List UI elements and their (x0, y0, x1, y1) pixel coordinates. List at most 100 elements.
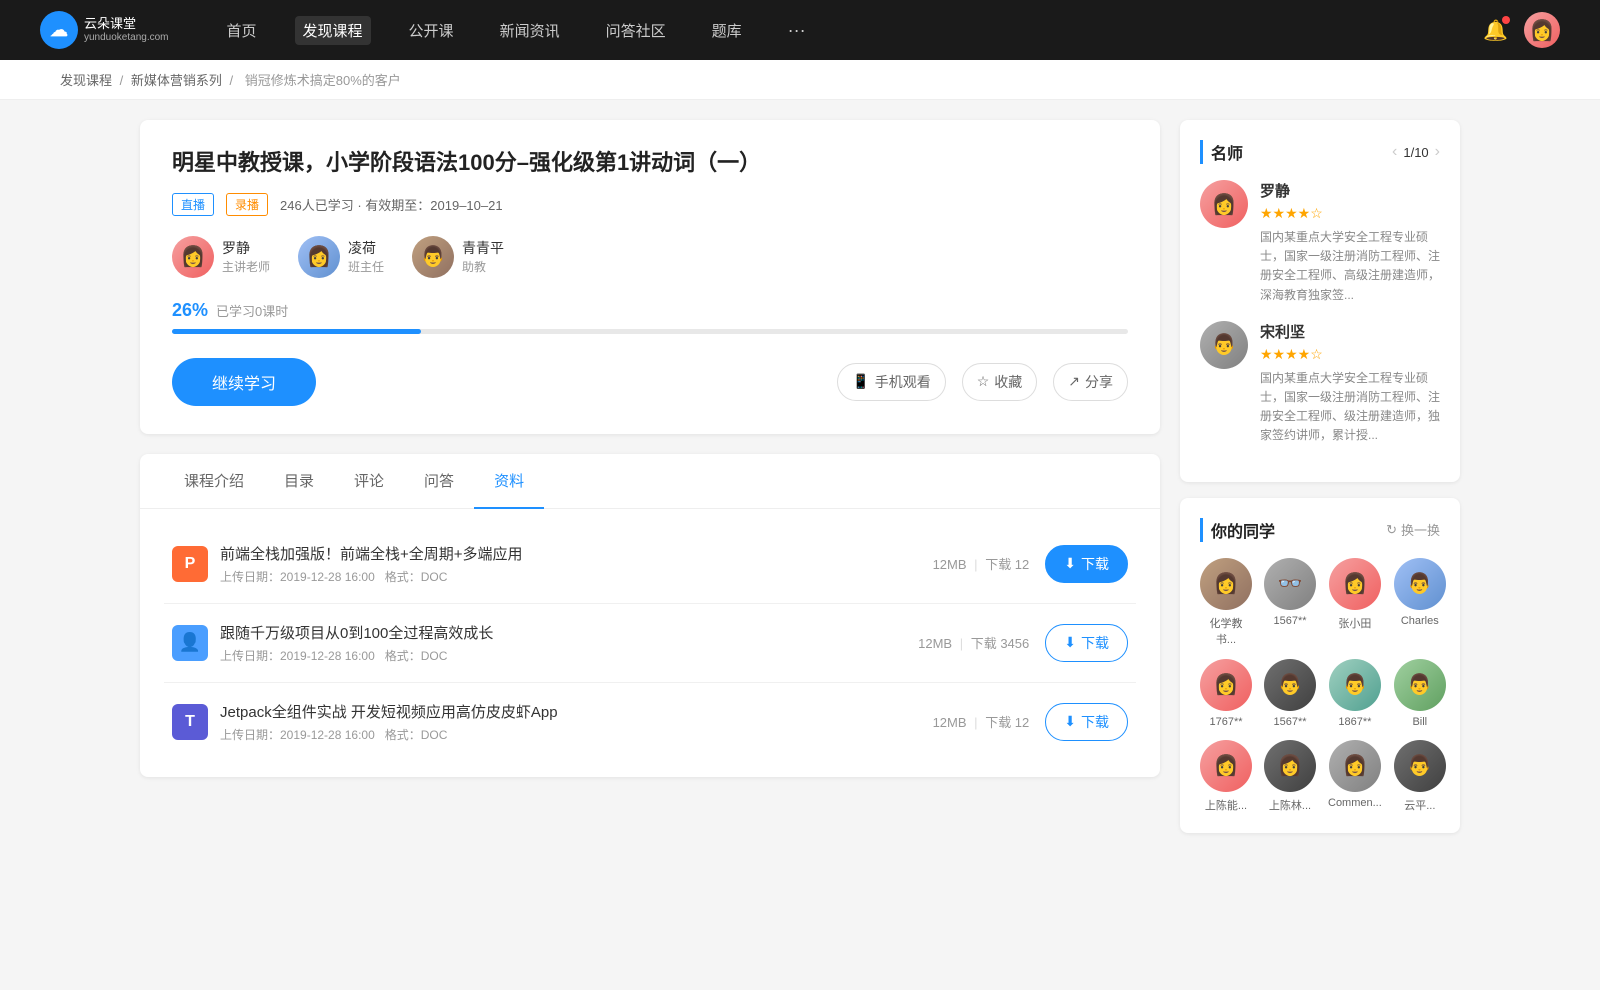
teacher-entry-2-avatar: 👨 (1200, 321, 1248, 369)
breadcrumb-sep1: / (120, 73, 127, 88)
nav-right: 🔔 👩 (1483, 12, 1560, 48)
teacher-prev-button[interactable]: ‹ (1392, 143, 1397, 161)
tabs-card: 课程介绍 目录 评论 问答 资料 P 前端全栈加强版！前端全栈+全周期+多端应用… (140, 454, 1160, 777)
progress-label: 26% 已学习0课时 (172, 300, 1128, 321)
classmate-3-name: 张小田 (1338, 615, 1371, 631)
user-avatar[interactable]: 👩 (1524, 12, 1560, 48)
teacher-next-button[interactable]: › (1435, 143, 1440, 161)
classmate-1[interactable]: 👩 化学教书... (1200, 558, 1252, 647)
teacher-2-info: 凌荷 班主任 (348, 238, 384, 275)
classmate-10-avatar: 👩 (1264, 740, 1316, 792)
tab-qa[interactable]: 问答 (404, 454, 474, 509)
logo[interactable]: ☁ 云朵课堂 yunduoketang.com (40, 11, 169, 49)
nav-news[interactable]: 新闻资讯 (492, 16, 568, 45)
classmate-9-avatar: 👩 (1200, 740, 1252, 792)
course-actions: 继续学习 📱 手机观看 ☆ 收藏 ↗ 分享 (172, 358, 1128, 406)
classmate-7[interactable]: 👨 1867** (1328, 659, 1382, 728)
progress-bar-bg (172, 329, 1128, 334)
classmates-grid: 👩 化学教书... 👓 1567** 👩 张小田 👨 Charles 👩 (1200, 558, 1440, 813)
classmates-panel: 你的同学 ↻ 换一换 👩 化学教书... 👓 1567** 👩 张小田 (1180, 498, 1460, 833)
tab-intro[interactable]: 课程介绍 (164, 454, 264, 509)
classmate-10[interactable]: 👩 上陈林... (1264, 740, 1316, 813)
teacher-2-role: 班主任 (348, 258, 384, 275)
breadcrumb-series[interactable]: 新媒体营销系列 (131, 73, 222, 88)
teacher-entry-2: 👨 宋利坚 ★★★★☆ 国内某重点大学安全工程专业硕士，国家一级注册消防工程师、… (1200, 321, 1440, 446)
file-icon-3: T (172, 704, 208, 740)
teacher-entry-2-desc: 国内某重点大学安全工程专业硕士，国家一级注册消防工程师、注册安全工程师、级注册建… (1260, 369, 1440, 446)
classmate-2[interactable]: 👓 1567** (1264, 558, 1316, 647)
right-panel: 名师 ‹ 1/10 › 👩 罗静 ★★★★☆ 国内某重点大学安全工程专业硕士 (1180, 120, 1460, 849)
refresh-classmates-button[interactable]: ↻ 换一换 (1386, 520, 1440, 539)
logo-icon: ☁ (40, 11, 78, 49)
classmate-6[interactable]: 👨 1567** (1264, 659, 1316, 728)
classmate-12[interactable]: 👨 云平... (1394, 740, 1446, 813)
mobile-watch-button[interactable]: 📱 手机观看 (837, 363, 945, 401)
file-meta-1: 上传日期：2019-12-28 16:00 格式：DOC (220, 568, 917, 585)
classmate-8[interactable]: 👨 Bill (1394, 659, 1446, 728)
classmate-11[interactable]: 👩 Commen... (1328, 740, 1382, 813)
classmate-5[interactable]: 👩 1767** (1200, 659, 1252, 728)
nav-problems[interactable]: 题库 (704, 16, 750, 45)
teacher-panel-header: 名师 ‹ 1/10 › (1200, 140, 1440, 164)
file-size-3: 12MB | 下载 12 (933, 712, 1030, 731)
tab-review[interactable]: 评论 (334, 454, 404, 509)
mobile-label: 手机观看 (875, 372, 931, 392)
collect-button[interactable]: ☆ 收藏 (962, 363, 1038, 401)
teacher-entry-1-stars: ★★★★☆ (1260, 205, 1440, 222)
nav-home[interactable]: 首页 (219, 16, 265, 45)
file-meta-2: 上传日期：2019-12-28 16:00 格式：DOC (220, 647, 902, 664)
breadcrumb: 发现课程 / 新媒体营销系列 / 销冠修炼术搞定80%的客户 (0, 60, 1600, 100)
teacher-entry-1-desc: 国内某重点大学安全工程专业硕士，国家一级注册消防工程师、注册安全工程师、高级注册… (1260, 228, 1440, 305)
classmate-4-avatar: 👨 (1394, 558, 1446, 610)
download-icon-2: ⬇ (1064, 634, 1076, 651)
classmate-1-avatar: 👩 (1200, 558, 1252, 610)
classmate-6-name: 1567** (1273, 716, 1306, 728)
nav-more[interactable]: ··· (780, 16, 814, 45)
download-icon-1: ⬇ (1064, 555, 1076, 572)
progress-section: 26% 已学习0课时 (172, 300, 1128, 334)
teacher-2: 👩 凌荷 班主任 (298, 236, 384, 278)
classmate-12-avatar: 👨 (1394, 740, 1446, 792)
collect-label: 收藏 (994, 372, 1022, 392)
teacher-page: 1/10 (1403, 145, 1428, 160)
breadcrumb-discover[interactable]: 发现课程 (60, 73, 112, 88)
nav-discover[interactable]: 发现课程 (295, 16, 371, 45)
download-button-2[interactable]: ⬇ 下载 (1045, 624, 1128, 662)
notification-bell[interactable]: 🔔 (1483, 18, 1508, 43)
share-button[interactable]: ↗ 分享 (1053, 363, 1128, 401)
teacher-3-info: 青青平 助教 (462, 238, 504, 275)
course-meta-text: 246人已学习 · 有效期至：2019–10–21 (280, 195, 503, 214)
file-icon-1: P (172, 546, 208, 582)
classmate-3-avatar: 👩 (1329, 558, 1381, 610)
classmate-1-name: 化学教书... (1200, 615, 1252, 647)
classmate-5-avatar: 👩 (1200, 659, 1252, 711)
file-name-3: Jetpack全组件实战 开发短视频应用高仿皮皮虾App (220, 701, 917, 722)
progress-bar-fill (172, 329, 421, 334)
nav-qa[interactable]: 问答社区 (598, 16, 674, 45)
tab-catalog[interactable]: 目录 (264, 454, 334, 509)
teacher-panel: 名师 ‹ 1/10 › 👩 罗静 ★★★★☆ 国内某重点大学安全工程专业硕士 (1180, 120, 1460, 482)
file-item-3: T Jetpack全组件实战 开发短视频应用高仿皮皮虾App 上传日期：2019… (164, 683, 1136, 761)
teacher-3-avatar: 👨 (412, 236, 454, 278)
notification-dot (1502, 16, 1510, 24)
download-button-3[interactable]: ⬇ 下载 (1045, 703, 1128, 741)
file-info-3: Jetpack全组件实战 开发短视频应用高仿皮皮虾App 上传日期：2019-1… (220, 701, 917, 743)
classmate-3[interactable]: 👩 张小田 (1328, 558, 1382, 647)
teachers-list: 👩 罗静 主讲老师 👩 凌荷 班主任 (172, 236, 1128, 278)
classmate-4-name: Charles (1401, 615, 1439, 627)
tab-materials[interactable]: 资料 (474, 454, 544, 509)
continue-button[interactable]: 继续学习 (172, 358, 316, 406)
classmate-4[interactable]: 👨 Charles (1394, 558, 1446, 647)
classmates-panel-header: 你的同学 ↻ 换一换 (1200, 518, 1440, 542)
classmate-9[interactable]: 👩 上陈能... (1200, 740, 1252, 813)
teacher-entry-1-name: 罗静 (1260, 180, 1440, 201)
download-button-1[interactable]: ⬇ 下载 (1045, 545, 1128, 583)
classmate-2-avatar: 👓 (1264, 558, 1316, 610)
tab-content: P 前端全栈加强版！前端全栈+全周期+多端应用 上传日期：2019-12-28 … (140, 509, 1160, 777)
course-card: 明星中教授课，小学阶段语法100分–强化级第1讲动词（一） 直播 录播 246人… (140, 120, 1160, 434)
main-container: 明星中教授课，小学阶段语法100分–强化级第1讲动词（一） 直播 录播 246人… (100, 120, 1500, 849)
teacher-2-name: 凌荷 (348, 238, 384, 258)
classmate-8-name: Bill (1412, 716, 1427, 728)
nav-open[interactable]: 公开课 (401, 16, 462, 45)
classmate-11-avatar: 👩 (1329, 740, 1381, 792)
